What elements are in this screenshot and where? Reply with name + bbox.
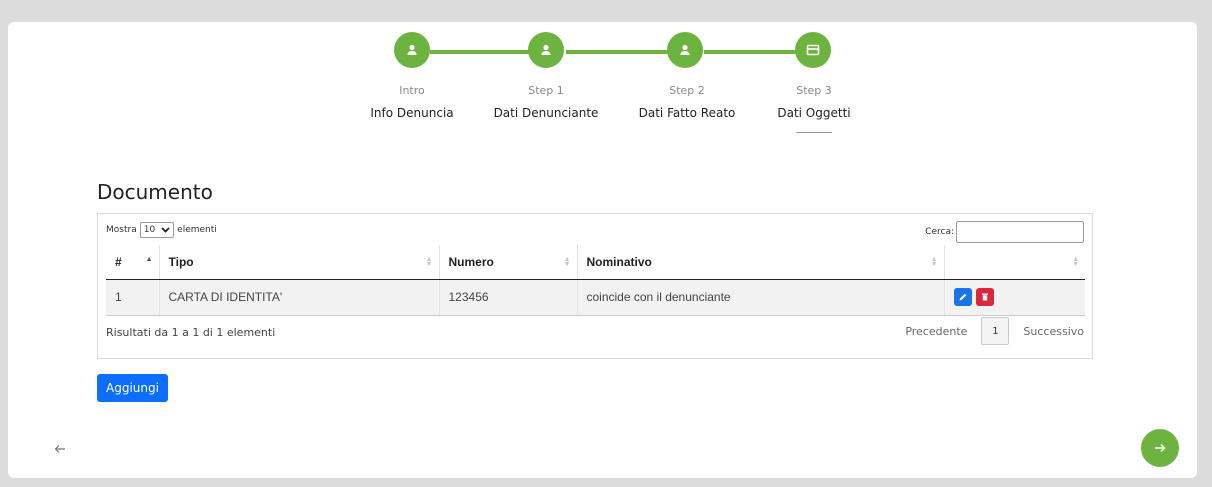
column-header-label: Nominativo <box>586 254 652 269</box>
cell-numero: 123456 <box>439 279 578 316</box>
page-length-select[interactable]: 10 <box>139 222 175 238</box>
document-table-panel: Mostra 10 elementi Cerca: # ▲ Tipo ▲ ▼ N… <box>97 213 1093 359</box>
sort-icon: ▲ ▼ <box>930 256 938 268</box>
column-header-label: # <box>115 254 122 269</box>
search-control: Cerca: <box>925 221 1084 243</box>
user-icon <box>407 44 417 55</box>
step-3-kicker: Step 2 <box>669 84 705 97</box>
cell-tipo: CARTA DI IDENTITA' <box>159 279 440 316</box>
pagination: Precedente 1 Successivo <box>905 317 1084 345</box>
edit-button[interactable] <box>953 288 972 306</box>
column-header-label: Tipo <box>168 254 194 269</box>
step-2-kicker: Step 1 <box>528 84 564 97</box>
card-icon <box>806 44 820 56</box>
step-1-label: Info Denuncia <box>370 106 454 120</box>
sort-icon: ▲ ▼ <box>563 256 571 268</box>
step-connector <box>430 50 540 54</box>
table-info: Risultati da 1 a 1 di 1 elementi <box>106 326 276 339</box>
chevron-down-icon <box>161 227 170 233</box>
cell-number: 1 <box>106 279 160 316</box>
arrow-right-icon <box>1155 443 1166 453</box>
column-header-number[interactable]: # ▲ <box>106 245 160 280</box>
length-prefix: Mostra <box>106 225 137 235</box>
trash-icon <box>981 293 988 301</box>
next-step-button[interactable] <box>1141 429 1179 467</box>
length-suffix: elementi <box>177 225 217 235</box>
active-step-underline <box>796 132 832 133</box>
table-header-row: # ▲ Tipo ▲▼ Numero ▲▼ Nominativo ▲▼ ▲ <box>106 245 1085 280</box>
column-header-label: Numero <box>448 254 494 269</box>
pencil-icon <box>959 293 966 301</box>
search-label: Cerca: <box>925 227 954 237</box>
step-connector <box>566 50 676 54</box>
step-2-label: Dati Denunciante <box>493 106 599 120</box>
page-length-value: 10 <box>143 225 156 235</box>
pager-previous[interactable]: Precedente <box>905 325 967 338</box>
sort-icon: ▲ ▼ <box>425 256 433 268</box>
column-header-actions[interactable]: ▲ ▼ <box>944 245 1085 280</box>
page-length-control: Mostra 10 elementi <box>106 222 217 238</box>
step-1-kicker: Intro <box>399 84 425 97</box>
step-1-circle[interactable] <box>394 32 430 68</box>
delete-button[interactable] <box>975 288 994 306</box>
step-4-circle[interactable] <box>795 32 831 68</box>
step-3-label: Dati Fatto Reato <box>638 106 736 120</box>
cell-actions <box>944 279 1085 316</box>
sort-asc-icon: ▲ <box>145 256 153 263</box>
section-title: Documento <box>97 180 213 204</box>
step-2-circle[interactable] <box>528 32 564 68</box>
back-button[interactable] <box>51 440 69 458</box>
add-button[interactable]: Aggiungi <box>97 374 168 402</box>
column-header-numero[interactable]: Numero ▲ ▼ <box>439 245 578 280</box>
arrow-left-icon <box>54 445 65 453</box>
user-icon <box>541 44 551 55</box>
search-input[interactable] <box>956 221 1084 243</box>
sort-icon: ▲ ▼ <box>1072 256 1079 268</box>
table-row: 1 CARTA DI IDENTITA' 123456 coincide con… <box>106 279 1085 316</box>
document-table: # ▲ Tipo ▲▼ Numero ▲▼ Nominativo ▲▼ ▲ <box>106 245 1085 316</box>
step-4-label: Dati Oggetti <box>777 106 851 120</box>
pager-next[interactable]: Successivo <box>1023 325 1084 338</box>
pager-page-current[interactable]: 1 <box>981 317 1010 345</box>
step-3-circle[interactable] <box>667 32 703 68</box>
wizard-stepper: Intro Step 1 Step 2 Step 3 Info Denuncia… <box>0 0 1212 160</box>
cell-nominativo: coincide con il denunciante <box>577 279 945 316</box>
user-icon <box>680 44 690 55</box>
step-4-kicker: Step 3 <box>796 84 832 97</box>
column-header-tipo[interactable]: Tipo ▲ ▼ <box>159 245 440 280</box>
column-header-nominativo[interactable]: Nominativo ▲ ▼ <box>577 245 945 280</box>
